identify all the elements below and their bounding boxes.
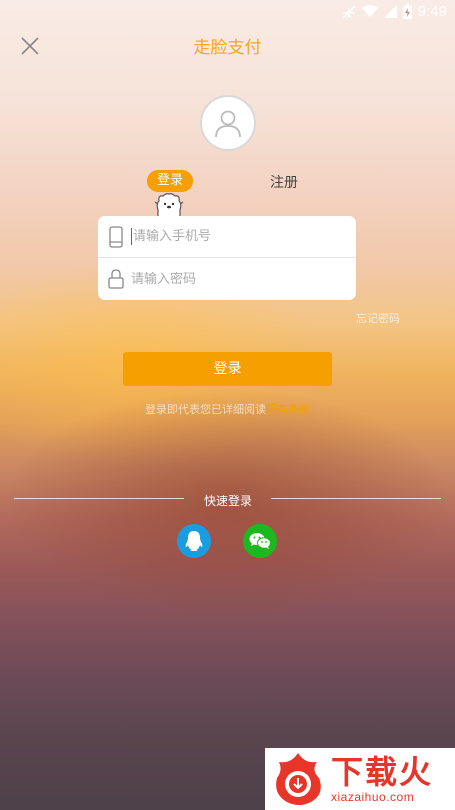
wechat-login-button[interactable]: [243, 524, 277, 558]
status-bar: 9:49: [0, 0, 455, 24]
flame-logo-icon: [276, 753, 321, 805]
divider-right: [271, 498, 441, 499]
qq-login-button[interactable]: [177, 524, 211, 558]
avatar: [200, 95, 256, 151]
phone-row: [98, 216, 356, 258]
phone-icon: [107, 225, 125, 248]
password-row: [98, 258, 356, 300]
page-title: 走脸支付: [193, 38, 262, 58]
qq-icon: [185, 531, 203, 551]
quick-login-title: 快速登录: [203, 494, 252, 508]
divider-left: [14, 498, 184, 499]
terms-notice: 登录即代表您已详细阅读服务条款: [0, 401, 455, 417]
phone-input[interactable]: [133, 229, 343, 244]
login-form: [98, 216, 356, 300]
status-time: 9:49: [417, 3, 447, 20]
watermark-en: xiazaihuo.com: [331, 790, 415, 804]
login-button[interactable]: 登录: [123, 352, 332, 386]
password-input[interactable]: [131, 271, 341, 287]
forgot-password-link[interactable]: 忘记密码: [356, 310, 400, 326]
user-icon: [215, 110, 241, 138]
battery-charging-icon: [402, 4, 412, 19]
airplane-off-icon: [342, 5, 356, 18]
lock-icon: [107, 268, 125, 290]
text-caret: [131, 228, 132, 245]
tab-register[interactable]: 注册: [270, 172, 298, 192]
wifi-icon: [361, 5, 378, 17]
watermark-text: 下载火 xiazaihuo.com: [331, 754, 433, 804]
wechat-icon: [249, 533, 271, 549]
signal-icon: [383, 5, 397, 18]
terms-prefix: 登录即代表您已详细阅读: [145, 403, 266, 416]
watermark: 下载火 xiazaihuo.com: [265, 748, 455, 810]
terms-link[interactable]: 服务条款: [266, 403, 310, 416]
bear-mascot-icon: [154, 193, 184, 218]
watermark-cn: 下载火: [331, 753, 434, 791]
status-icons: 9:49: [342, 3, 447, 20]
tab-login[interactable]: 登录: [147, 170, 193, 192]
